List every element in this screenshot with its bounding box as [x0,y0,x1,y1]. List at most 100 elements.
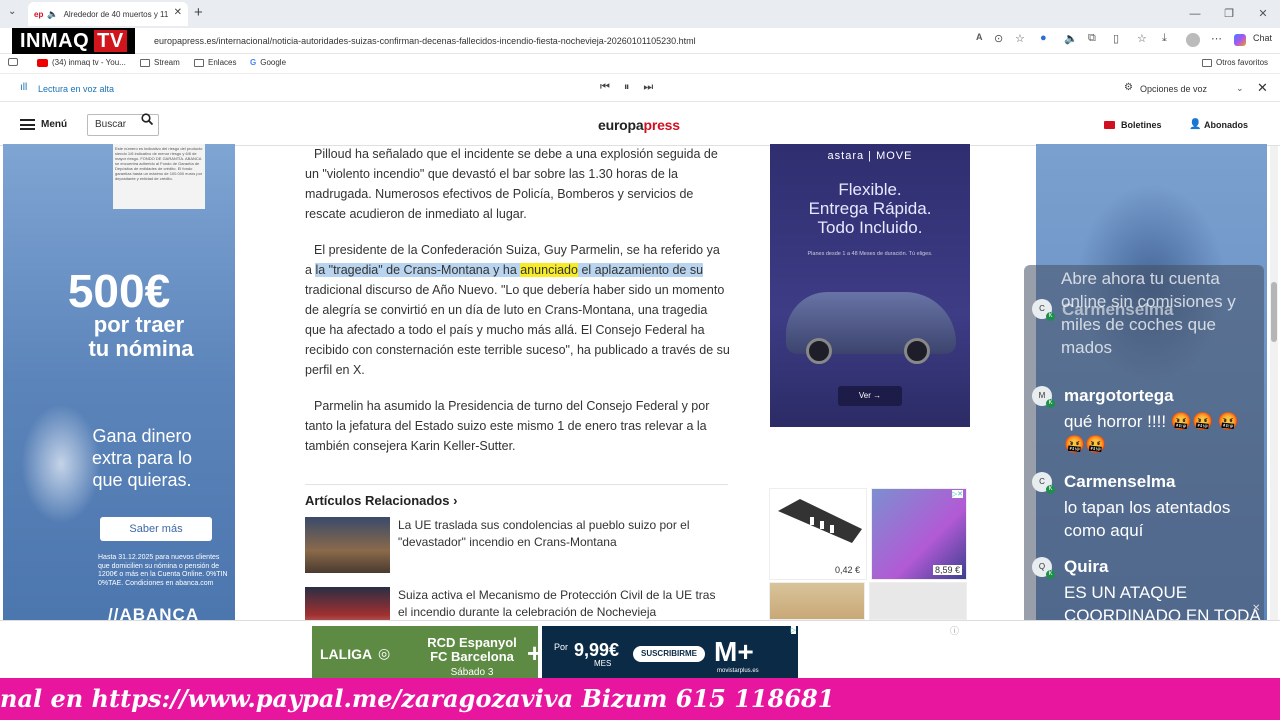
ad-background [3,144,235,620]
close-read-aloud-icon[interactable]: ✕ [1257,80,1268,96]
pause-icon[interactable]: ⏸ [624,81,630,94]
ad-subtext: Planes desde 1 a 48 Meses de duración. T… [807,251,933,257]
bookmark-google[interactable]: G Google [250,58,286,67]
price: 9,99€ [574,640,620,660]
product-ad[interactable] [869,582,967,620]
related-articles-heading[interactable]: Artículos Relacionados › [305,493,457,508]
plus-icon: + [527,638,543,668]
ad-cta-button[interactable]: Ver → [838,386,902,406]
close-ad-icon[interactable]: ✕ [1252,603,1260,614]
extensions-puzzle-icon[interactable]: ⧉ [1088,32,1096,45]
stream-ticker: nal en https://www.paypal.me/zaragozaviv… [0,678,1280,720]
other-favorites[interactable]: Otros favoritos [1202,58,1268,67]
related-title[interactable]: Suiza activa el Mecanismo de Protección … [398,587,728,620]
movistar-banner[interactable]: Por 9,99€ MES SUSCRIBIRME M+ movistarplu… [542,626,798,678]
speaker-icon[interactable]: 🔈 [47,9,58,20]
chat-text: qué horror !!!! 🤬🤬 🤬🤬🤬 [1064,412,1239,454]
abanca-ad[interactable]: Este número es indicativo del riesgo del… [3,144,235,620]
folder-icon [1202,58,1212,67]
read-aloud-icon[interactable]: A [976,32,983,42]
read-aloud-label: Lectura en voz alta [38,84,115,94]
ad-line4: extra para lo [91,448,193,468]
url-field[interactable]: europapress.es/internacional/noticia-aut… [140,31,1020,51]
newsletters-link[interactable]: Boletines [1121,120,1162,130]
audio-icon[interactable]: 🔈 [1064,32,1078,45]
ad-headline: Flexible. Entrega Rápida. Todo Incluido. [808,180,932,237]
subscribers-link[interactable]: Abonados [1204,120,1248,130]
hamburger-menu-icon[interactable] [20,119,35,130]
astara-ad[interactable]: astara | MOVE Flexible. Entrega Rápida. … [770,144,970,427]
related-title[interactable]: La UE traslada sus condolencias al puebl… [398,517,728,551]
folder-icon [140,58,150,67]
copilot-icon[interactable] [1234,34,1246,46]
folder-icon [194,58,204,67]
related-thumbnail[interactable] [305,587,390,620]
close-tab-icon[interactable]: ✕ [174,7,182,18]
maximize-icon[interactable]: ❐ [1212,0,1246,28]
favorites-icon[interactable]: ☆ [1137,32,1147,45]
new-tab-icon[interactable]: + [194,4,203,21]
close-window-icon[interactable]: ✕ [1246,0,1280,28]
chat-button[interactable]: Chat [1253,33,1272,43]
ad-cta-button[interactable]: Saber más [100,517,212,541]
chat-text: lo tapan los atentados como aquí [1064,498,1231,540]
product-ad[interactable]: 0,42 € [769,488,867,580]
next-icon[interactable]: ⏭ [643,81,653,94]
user-icon: 👤 [1189,119,1202,130]
youtube-icon [37,58,48,67]
moderator-badge-icon: K [1046,570,1055,579]
page-scrollbar[interactable] [1270,146,1278,620]
related-article[interactable]: Suiza activa el Mecanismo de Protección … [305,587,730,620]
profile-avatar[interactable] [1186,33,1200,47]
subscribe-button[interactable]: SUSCRIBIRME [633,646,705,662]
chat-username: margotortega [1064,386,1174,405]
browser-tab[interactable]: ep 🔈 Alrededor de 40 muertos y 11 ✕ [28,2,188,26]
laliga-logo-icon: ◎ [378,645,391,661]
bookmark-stream[interactable]: Stream [140,58,180,67]
chevron-down-icon[interactable]: ⌄ [1236,83,1244,94]
moderator-badge-icon: K [1046,399,1055,408]
search-icon[interactable] [141,113,153,125]
tablet-icon[interactable] [8,58,22,66]
stream-chat-overlay: Abre ahora tu cuenta online sin comision… [1024,265,1264,661]
product-price: 8,59 € [932,565,962,575]
translate-icon[interactable]: ⊙ [994,32,1003,45]
download-icon[interactable]: ⤓ [1162,32,1167,45]
previous-icon[interactable]: ⏮ [600,81,610,94]
league-label: LALIGA [320,646,373,662]
read-aloud-wave-icon: ıll [20,82,28,93]
paragraph: Parmelin ha asumido la Presidencia de tu… [305,399,710,453]
inmaq-tv-logo: INMAQ TV [12,28,135,54]
product-ad[interactable]: ▷✕ 8,59 € [871,488,967,580]
match-teams: RCD Espanyol FC Barcelona Sábado 3 [427,635,517,679]
scrollbar-thumb[interactable] [1271,282,1277,342]
ad-brand: astara | MOVE [827,150,913,162]
laliga-banner[interactable]: LALIGA ◎ RCD Espanyol FC Barcelona Sábad… [312,626,538,678]
ad-brand: //ABANCA [108,605,200,620]
ad-info-icon[interactable]: ⓘ [950,624,959,637]
extension-icon[interactable]: ● [1040,32,1047,44]
related-article[interactable]: La UE traslada sus condolencias al puebl… [305,517,730,577]
divider [305,484,728,485]
ad-choices-icon[interactable]: ▷✕ [951,490,963,498]
bookmark-enlaces[interactable]: Enlaces [194,58,236,67]
ad-choices-icon[interactable]: ▷ [790,626,796,634]
ad-line2: tu nómina [88,336,194,361]
product-ad[interactable] [769,582,865,620]
menu-button[interactable]: Menú [41,119,67,130]
site-logo[interactable]: europapress [598,117,680,133]
voice-options-button[interactable]: Opciones de voz [1140,84,1207,94]
tab-list-chevron-icon[interactable]: ⌄ [8,6,16,17]
bookmark-youtube[interactable]: (34) inmaq tv - You... [37,58,126,67]
related-thumbnail[interactable] [305,517,390,573]
split-screen-icon[interactable]: ▯ [1113,32,1119,45]
moderator-badge-icon: K [1046,485,1055,494]
wheel [904,338,930,364]
favorite-star-icon[interactable]: ☆ [1015,32,1025,45]
minimize-icon[interactable]: — [1178,0,1212,28]
article-body: Pilloud ha señalado que el incidente se … [305,144,730,472]
voice-options-icon: ⚙ [1124,82,1133,93]
ad-line5: que quieras. [92,470,192,490]
chevron-right-icon: › [453,493,458,508]
more-menu-icon[interactable]: ⋯ [1211,32,1222,45]
